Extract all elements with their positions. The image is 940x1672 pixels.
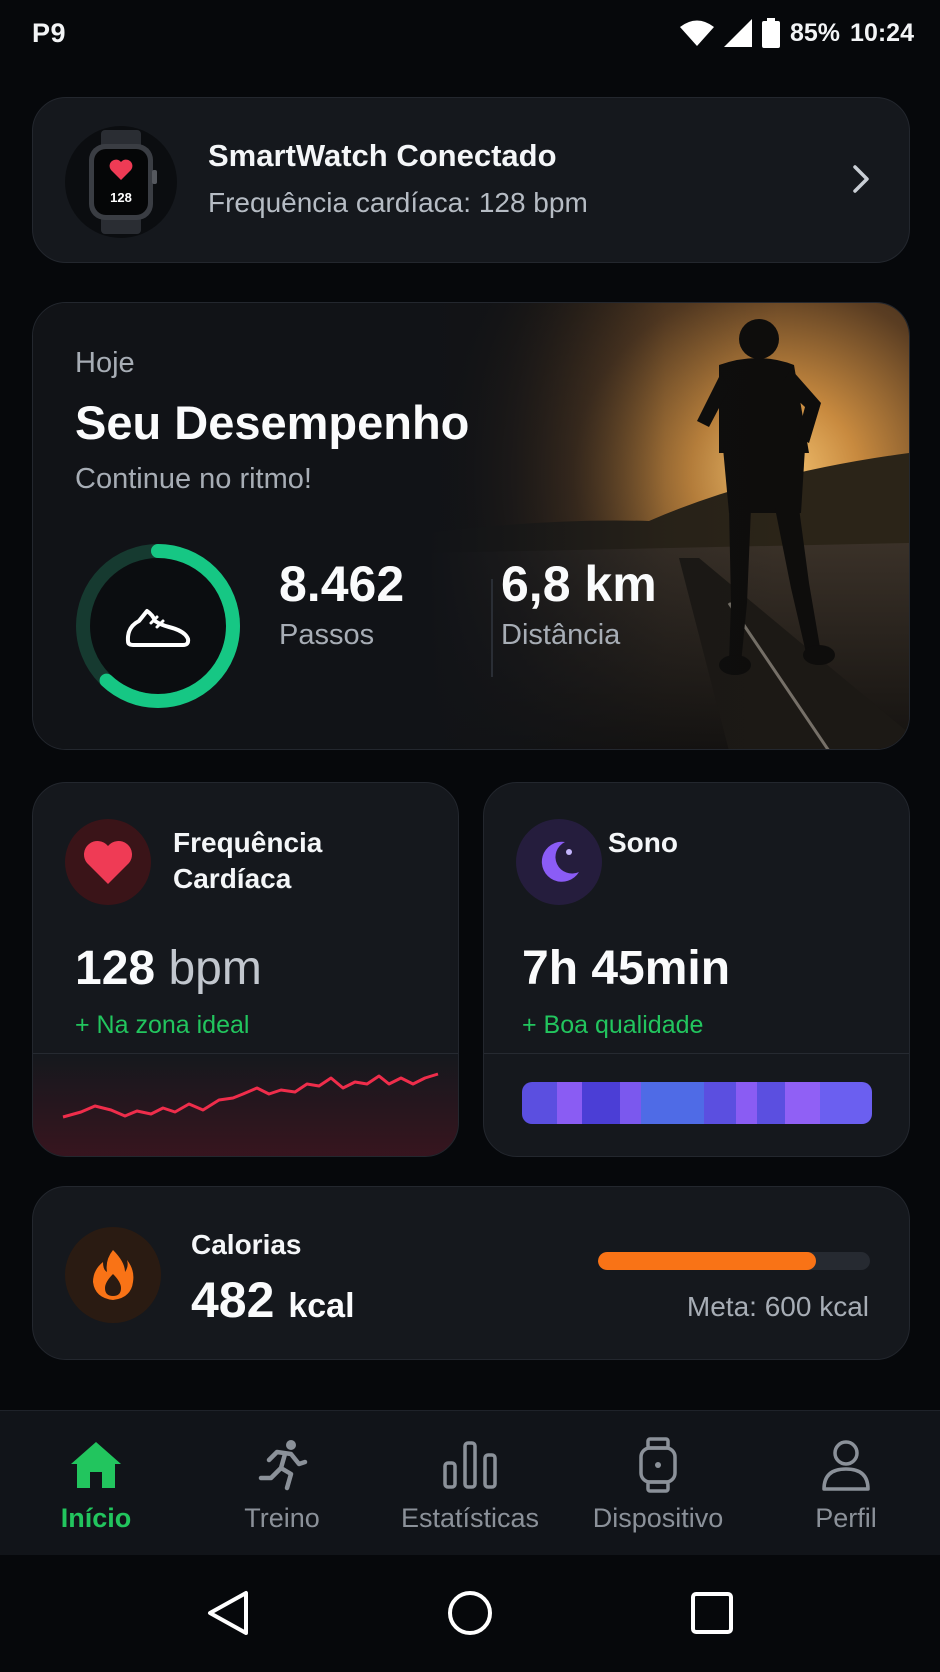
calories-value: 482 kcal — [191, 1271, 355, 1329]
home-icon — [2, 1435, 190, 1495]
calories-progress-fill — [598, 1252, 816, 1270]
steps-progress-ring — [73, 541, 243, 711]
runner-icon — [188, 1435, 376, 1495]
calories-unit: kcal — [288, 1287, 355, 1325]
heart-rate-sparkline — [33, 1053, 458, 1156]
home-button-icon[interactable] — [442, 1585, 498, 1641]
nav-item-treino[interactable]: Treino — [188, 1435, 376, 1534]
bottom-navigation: Início Treino Estatísticas Dispositivo P… — [0, 1410, 940, 1555]
sleep-stages-bar — [522, 1082, 872, 1124]
performance-title: Seu Desempenho — [75, 396, 470, 449]
distance-value: 6,8 km — [501, 556, 657, 612]
system-navigation-bar — [0, 1555, 940, 1672]
flame-icon — [65, 1227, 161, 1323]
battery-icon — [762, 18, 780, 48]
calories-goal: Meta: 600 kcal — [686, 1291, 869, 1322]
steps-value: 8.462 — [279, 556, 405, 612]
nav-item-inicio[interactable]: Início — [2, 1435, 190, 1534]
smartwatch-card[interactable]: 128 SmartWatch Conectado Frequência card… — [32, 97, 910, 263]
smartwatch-icon: 128 — [65, 126, 177, 238]
nav-label: Treino — [244, 1503, 320, 1533]
back-icon[interactable] — [200, 1585, 256, 1641]
watch-icon — [564, 1435, 752, 1495]
heart-rate-title-line1: Frequência — [173, 827, 323, 858]
calories-card[interactable]: Calorias 482 kcal Meta: 600 kcal — [32, 1186, 910, 1360]
calories-progress-bar — [598, 1252, 870, 1270]
nav-item-estatisticas[interactable]: Estatísticas — [376, 1435, 564, 1534]
user-icon — [752, 1435, 940, 1495]
nav-item-dispositivo[interactable]: Dispositivo — [564, 1435, 752, 1534]
nav-label: Perfil — [815, 1503, 877, 1533]
performance-subtitle: Continue no ritmo! — [75, 463, 312, 495]
heart-rate-value: 128 bpm — [75, 941, 262, 996]
battery-percent: 85% — [790, 18, 841, 47]
sleep-value: 7h 45min — [522, 942, 731, 995]
chevron-right-icon[interactable] — [851, 163, 871, 200]
sleep-stages-area — [484, 1053, 909, 1156]
heart-rate-title: Frequência Cardíaca — [173, 825, 322, 897]
nav-label: Dispositivo — [592, 1503, 724, 1533]
nav-label: Estatísticas — [400, 1503, 540, 1533]
heart-rate-number: 128 — [75, 942, 156, 995]
wifi-icon — [680, 20, 714, 46]
smartwatch-title: SmartWatch Conectado — [208, 138, 557, 173]
calories-number: 482 — [191, 1272, 275, 1328]
steps-label: Passos — [279, 619, 375, 651]
sleep-card[interactable]: Sono 7h 45min + Boa qualidade — [483, 782, 910, 1157]
performance-card[interactable]: Hoje Seu Desempenho Continue no ritmo! 8… — [32, 302, 910, 750]
sleep-status: + Boa qualidade — [522, 1011, 704, 1039]
calories-title: Calorias — [191, 1229, 302, 1260]
nav-label: Início — [60, 1503, 132, 1533]
sleep-title: Sono — [608, 827, 678, 858]
smartwatch-subtitle: Frequência cardíaca: 128 bpm — [208, 187, 588, 218]
signal-icon — [724, 19, 752, 47]
distance-label: Distância — [501, 619, 621, 651]
watch-face-value: 128 — [110, 190, 132, 205]
recents-icon[interactable] — [684, 1585, 740, 1641]
nav-item-perfil[interactable]: Perfil — [752, 1435, 940, 1534]
heart-rate-unit: bpm — [168, 942, 262, 995]
status-bar: P9 85% 10:24 — [0, 0, 940, 68]
performance-label: Hoje — [75, 347, 135, 379]
heart-rate-status: + Na zona ideal — [75, 1011, 250, 1039]
heart-rate-title-line2: Cardíaca — [173, 863, 292, 894]
carrier-label: P9 — [32, 18, 67, 48]
heart-rate-card[interactable]: Frequência Cardíaca 128 bpm + Na zona id… — [32, 782, 459, 1157]
moon-icon — [516, 819, 602, 905]
heart-icon — [65, 819, 151, 905]
clock: 10:24 — [850, 18, 914, 47]
bar-chart-icon — [376, 1435, 564, 1495]
stats-divider — [491, 579, 493, 677]
